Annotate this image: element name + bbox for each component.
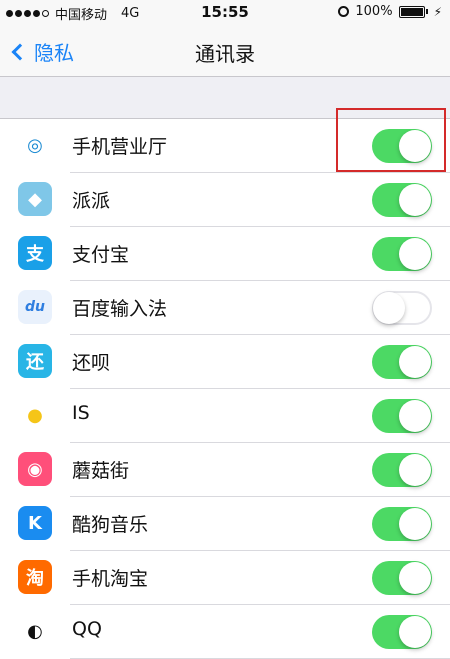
app-name-label: 蘑菇街: [72, 460, 130, 482]
app-name-label: 还呗: [72, 352, 111, 374]
list-item: ◉ 蘑菇街: [0, 443, 450, 497]
list-item: K 酷狗音乐: [0, 497, 450, 551]
charging-icon: ⚡: [433, 4, 442, 19]
toggle-knob: [399, 184, 431, 216]
list-item: ◐ QQ: [0, 605, 450, 659]
permission-toggle[interactable]: [372, 615, 432, 649]
permission-toggle[interactable]: [372, 399, 432, 433]
alarm-icon: [338, 6, 350, 17]
toggle-knob: [399, 508, 431, 540]
list-item: 支支付宝: [0, 227, 450, 281]
list-item: 还还呗: [0, 335, 450, 389]
app-name-label: 手机营业厅: [72, 136, 168, 158]
baidu-input-icon: du: [18, 290, 52, 324]
app-name-label: 手机淘宝: [72, 568, 149, 590]
permission-toggle[interactable]: [372, 561, 432, 595]
status-right: 100% ⚡: [338, 4, 442, 19]
permission-toggle[interactable]: [372, 507, 432, 541]
battery-percent: 100%: [355, 4, 393, 19]
battery-icon: [398, 5, 425, 18]
list-item: ● IS: [0, 389, 450, 443]
list-item: 淘手机淘宝: [0, 551, 450, 605]
toggle-knob: [399, 238, 431, 270]
permission-toggle[interactable]: [372, 453, 432, 487]
huanbei-icon: 还: [18, 344, 52, 378]
app-name-label: QQ: [72, 618, 102, 640]
status-bar: 中国移动 4G 15:55 100% ⚡: [0, 0, 450, 26]
toggle-knob: [399, 616, 431, 648]
app-name-label: 百度输入法: [72, 298, 168, 320]
toggle-knob: [399, 400, 431, 432]
list-item: du 百度输入法: [0, 281, 450, 335]
navigation-bar: 隐私 通讯录: [0, 26, 450, 77]
taobao-icon: 淘: [18, 560, 52, 594]
app-name-label: 支付宝: [72, 244, 130, 266]
paipai-icon: ◆: [18, 182, 52, 216]
qq-icon: ◐: [18, 614, 52, 648]
toggle-knob: [399, 454, 431, 486]
toggle-knob: [399, 562, 431, 594]
app-permission-list: ◎ 手机营业厅 ◆ 派派支支付宝 du 百度输入法还还呗 ● IS ◉ 蘑菇街 K 酷狗音乐淘手机淘宝…: [0, 118, 450, 659]
page-title: 通讯录: [195, 42, 255, 66]
list-item: ◆ 派派: [0, 173, 450, 227]
alipay-icon: 支: [18, 236, 52, 270]
app-name-label: 派派: [72, 190, 111, 212]
kugou-icon: K: [18, 506, 52, 540]
app-name-label: IS: [72, 402, 90, 424]
toggle-knob: [373, 292, 405, 324]
permission-toggle[interactable]: [372, 183, 432, 217]
mogujie-icon: ◉: [18, 452, 52, 486]
permission-toggle[interactable]: [372, 345, 432, 379]
china-mobile-icon: ◎: [18, 128, 52, 162]
is-icon: ●: [18, 398, 52, 432]
app-name-label: 酷狗音乐: [72, 514, 149, 536]
permission-toggle[interactable]: [372, 291, 432, 325]
toggle-knob: [399, 346, 431, 378]
permission-toggle[interactable]: [372, 237, 432, 271]
highlight-box: [336, 108, 446, 172]
